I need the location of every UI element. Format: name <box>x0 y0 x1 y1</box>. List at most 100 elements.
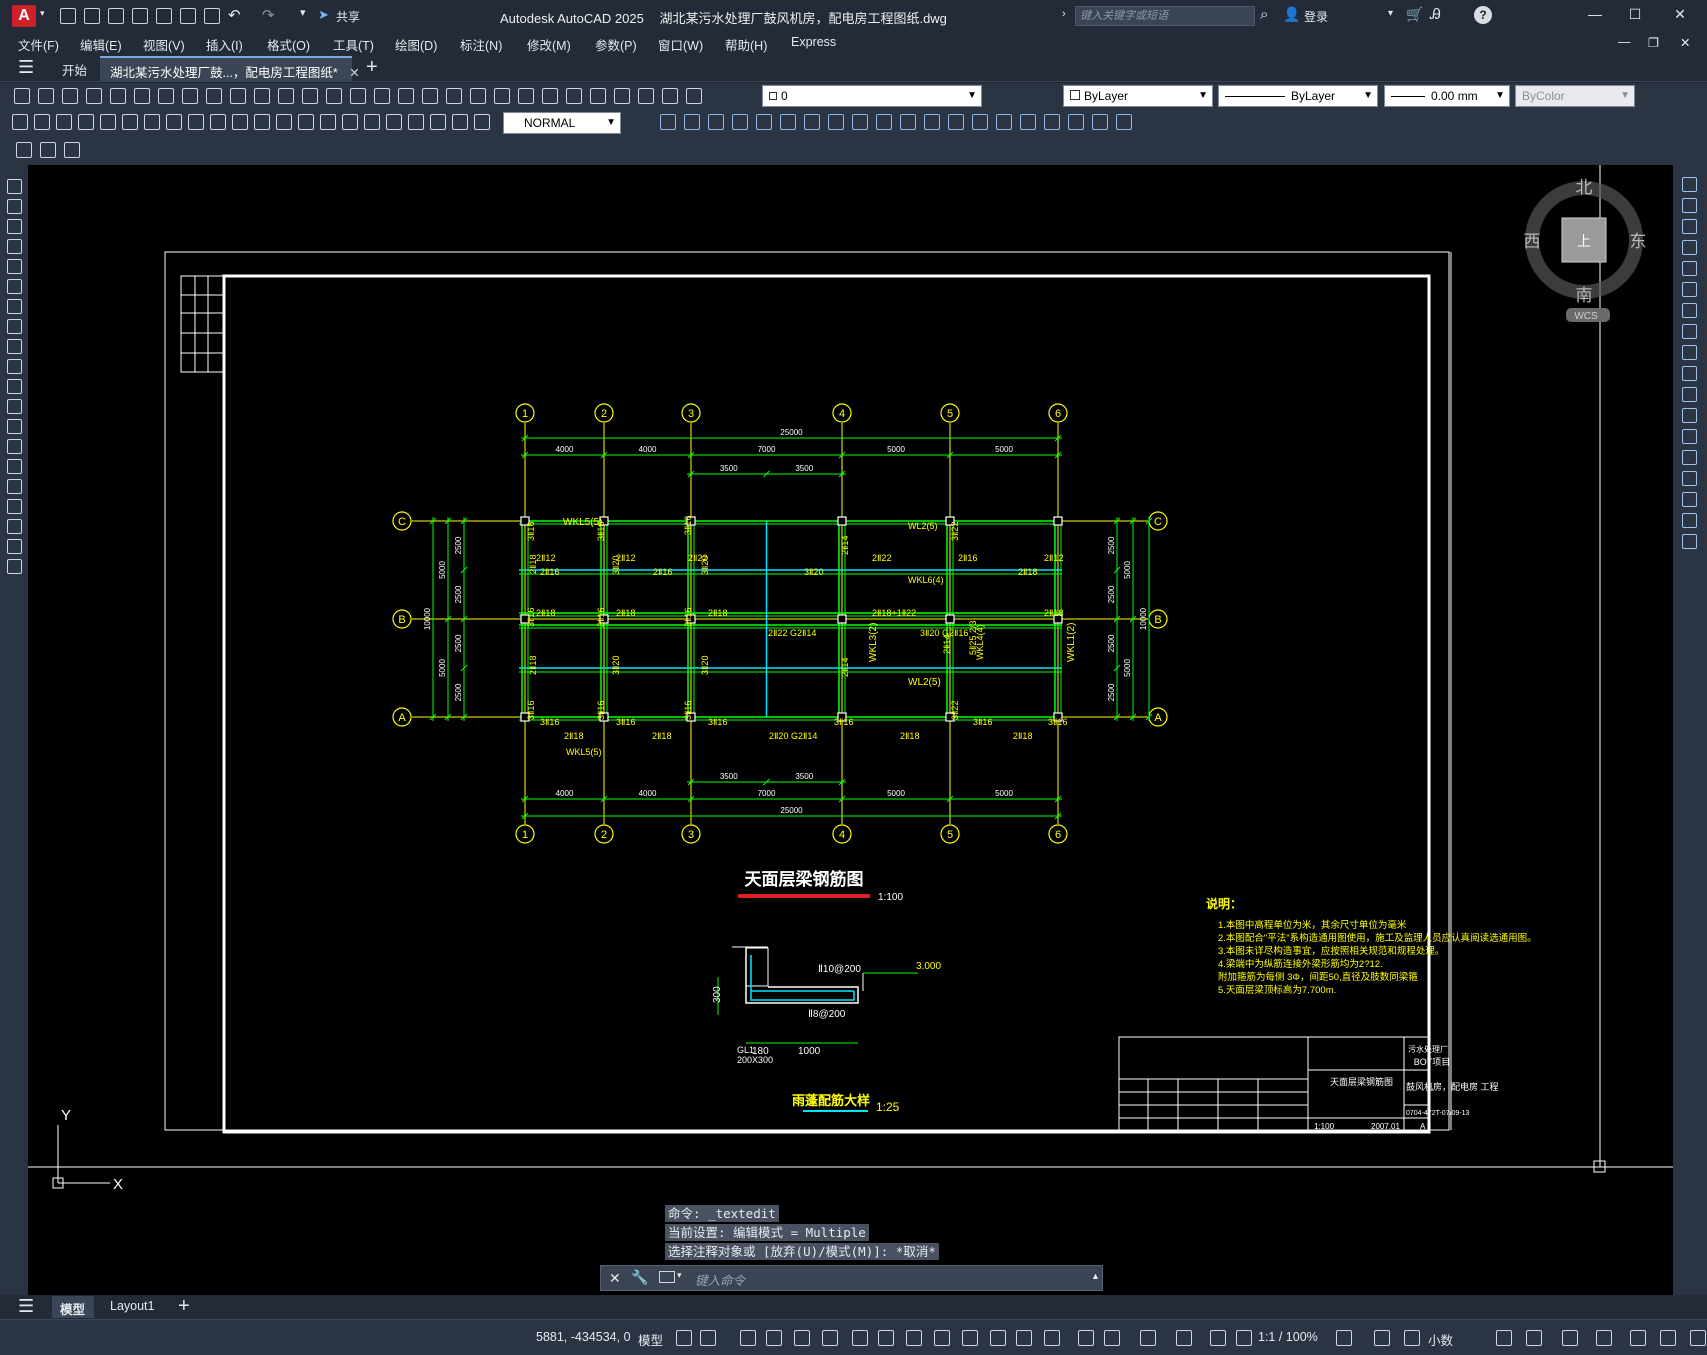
stretch-icon[interactable] <box>1682 345 1697 360</box>
tab-current-file[interactable]: 湖北某污水处理厂鼓...，配电房工程图纸* ✕ <box>100 56 360 82</box>
recent-commands-caret-icon[interactable]: ▾ <box>677 1270 682 1281</box>
rectangle-icon[interactable] <box>7 259 22 274</box>
layer-state-icon[interactable] <box>590 88 606 104</box>
close-window-button[interactable]: ✕ <box>1665 6 1695 26</box>
preview-icon[interactable] <box>110 88 126 104</box>
3d-box-icon[interactable] <box>660 114 676 130</box>
jogged-icon[interactable] <box>122 114 138 130</box>
redo-icon[interactable] <box>278 88 294 104</box>
spline-icon[interactable] <box>7 339 22 354</box>
auto-scale-icon[interactable] <box>1104 1330 1120 1346</box>
menu-insert[interactable]: 插入(I) <box>206 35 243 54</box>
continue-icon[interactable] <box>232 114 248 130</box>
menu-format[interactable]: 格式(O) <box>267 35 310 54</box>
polygon-icon[interactable] <box>7 239 22 254</box>
sweep-icon[interactable] <box>1092 114 1108 130</box>
layer-props-icon[interactable] <box>566 88 582 104</box>
loft-icon[interactable] <box>804 114 820 130</box>
search-icon[interactable]: ⌕ <box>1260 6 1268 23</box>
open-web-icon[interactable] <box>156 8 172 24</box>
help-icon[interactable] <box>542 88 558 104</box>
update-icon[interactable] <box>430 114 446 130</box>
ucs-icon[interactable] <box>1630 1330 1646 1346</box>
app-menu-caret-icon[interactable]: ▾ <box>40 8 45 19</box>
new-tab-button[interactable]: + <box>366 56 378 79</box>
insert-block-icon[interactable] <box>7 399 22 414</box>
inspect-icon[interactable] <box>342 114 358 130</box>
ellipse-icon[interactable] <box>7 359 22 374</box>
add-selected-icon[interactable] <box>7 559 22 574</box>
viewcube-west[interactable]: 西 <box>1524 232 1541 251</box>
snap-icon[interactable] <box>700 1330 716 1346</box>
zoom-window-icon[interactable] <box>350 88 366 104</box>
text-style-dropdown[interactable]: NORMAL ▼ <box>503 112 621 134</box>
hatch-icon[interactable] <box>7 459 22 474</box>
cursor-icon[interactable] <box>1596 1330 1612 1346</box>
baseline-icon[interactable] <box>210 114 226 130</box>
zoom-prev-icon[interactable] <box>374 88 390 104</box>
break-icon[interactable] <box>1682 429 1697 444</box>
share-button[interactable]: 共享 <box>336 8 360 25</box>
explode-icon[interactable] <box>1682 534 1697 549</box>
tab-model[interactable]: 模型 <box>52 1296 94 1318</box>
scale-icon[interactable] <box>1682 324 1697 339</box>
zoom-icon[interactable] <box>326 88 342 104</box>
autodesk-a-icon[interactable]: Ꭿ <box>1430 6 1441 23</box>
new-icon[interactable] <box>614 88 630 104</box>
tolerance-icon[interactable] <box>298 114 314 130</box>
calc-icon[interactable] <box>518 88 534 104</box>
doc-close-button[interactable]: ✕ <box>1680 35 1690 50</box>
point-icon[interactable] <box>7 439 22 454</box>
chamfer-icon[interactable] <box>1682 471 1697 486</box>
nav-wheel-icon[interactable] <box>1660 1330 1676 1346</box>
dim-edit-icon[interactable] <box>386 114 402 130</box>
ordinate-icon[interactable] <box>78 114 94 130</box>
model-space-toggle[interactable]: 模型 <box>638 1330 663 1349</box>
command-history-caret-icon[interactable]: ▲ <box>1091 1271 1100 1281</box>
tab-layout1[interactable]: Layout1 <box>110 1299 154 1313</box>
color-dropdown[interactable]: ByLayer ▼ <box>1063 85 1213 107</box>
grid-icon[interactable] <box>676 1330 692 1346</box>
minimize-button[interactable]: — <box>1580 6 1610 26</box>
annotation-scale-icon[interactable] <box>1140 1330 1156 1346</box>
3d-cone-icon[interactable] <box>1020 114 1036 130</box>
copy-object-icon[interactable] <box>1682 198 1697 213</box>
slice-icon[interactable] <box>900 114 916 130</box>
diameter-icon[interactable] <box>144 114 160 130</box>
viewcube-east[interactable]: 东 <box>1630 232 1647 251</box>
maximize-button[interactable]: ☐ <box>1620 6 1650 26</box>
edit-attribute-icon[interactable] <box>16 142 32 158</box>
arc-icon[interactable] <box>7 279 22 294</box>
share-icon[interactable]: ➤ <box>318 7 329 23</box>
add-layout-button[interactable]: + <box>178 1295 190 1318</box>
selection-cycling-icon[interactable] <box>934 1330 950 1346</box>
insert-block-icon[interactable] <box>40 142 56 158</box>
save-as-icon[interactable] <box>132 8 148 24</box>
customize-caret-icon[interactable]: ▾ <box>300 6 306 19</box>
subtract-icon[interactable] <box>852 114 868 130</box>
fullscreen-icon[interactable] <box>1690 1330 1706 1346</box>
hardware-accel-icon[interactable] <box>1496 1330 1512 1346</box>
cut-icon[interactable] <box>158 88 174 104</box>
radius-icon[interactable] <box>100 114 116 130</box>
multiline-text-icon[interactable] <box>7 539 22 554</box>
model-space-canvas[interactable]: 1 1 2 2 3 3 4 4 5 5 6 6 C C B B A A 25000 4000 4000 7000 5000 5… <box>28 165 1673 1295</box>
ortho-icon[interactable] <box>740 1330 756 1346</box>
menu-tools[interactable]: 工具(T) <box>333 35 374 54</box>
offset-icon[interactable] <box>1682 240 1697 255</box>
close-tab-icon[interactable]: ✕ <box>349 66 359 80</box>
extrude-icon[interactable] <box>1044 114 1060 130</box>
menu-draw[interactable]: 绘图(D) <box>395 35 437 54</box>
polar-icon[interactable] <box>766 1330 782 1346</box>
union-icon[interactable] <box>828 114 844 130</box>
menu-help[interactable]: 帮助(H) <box>725 35 767 54</box>
sheet-set-icon[interactable] <box>470 88 486 104</box>
plot-icon[interactable] <box>86 88 102 104</box>
join-icon[interactable] <box>1682 450 1697 465</box>
layer-tools-icon[interactable] <box>64 142 80 158</box>
fillet-icon[interactable] <box>1682 492 1697 507</box>
ellipse-arc-icon[interactable] <box>7 379 22 394</box>
command-prompt-icon[interactable] <box>659 1271 675 1283</box>
doc-minimize-button[interactable]: — <box>1618 35 1631 49</box>
units-icon[interactable] <box>1236 1330 1252 1346</box>
